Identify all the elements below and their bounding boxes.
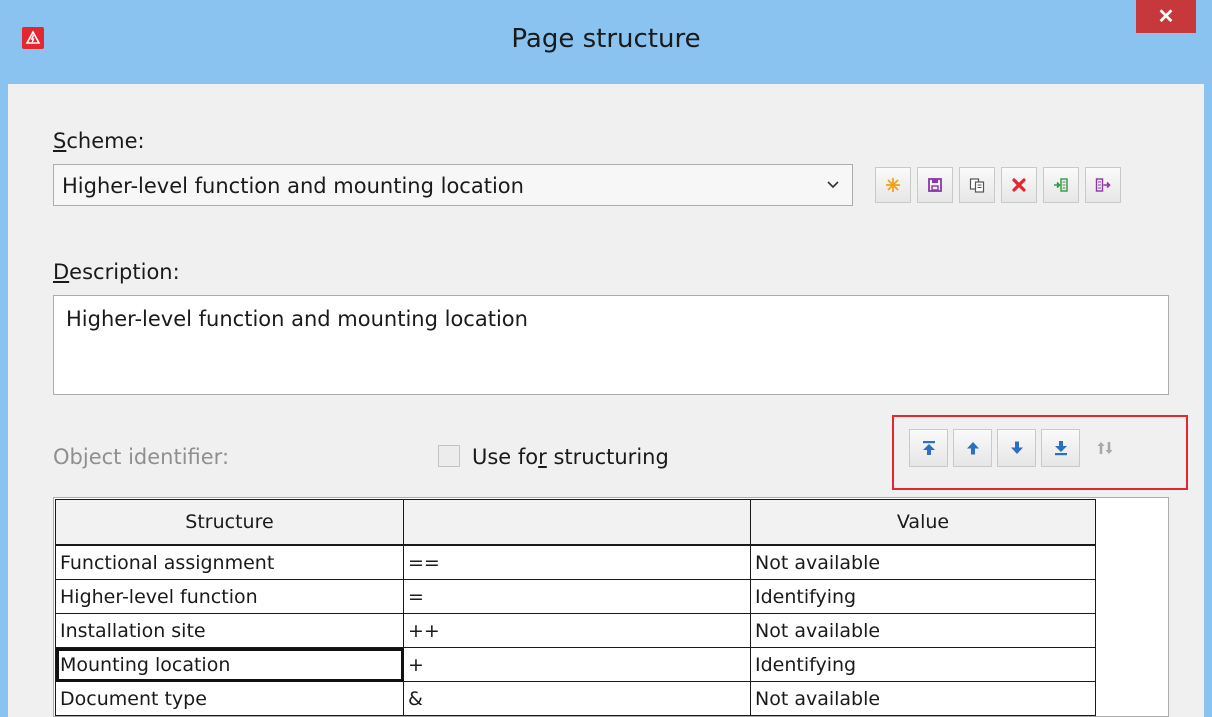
- scheme-label: Scheme:: [53, 129, 145, 153]
- prefix-cell[interactable]: +: [403, 647, 751, 682]
- structure-cell-selected[interactable]: Mounting location: [55, 647, 404, 682]
- close-icon: ✕: [1157, 6, 1175, 28]
- move-to-top-icon: [922, 441, 935, 455]
- structure-cell[interactable]: Higher-level function: [55, 579, 404, 614]
- value-cell[interactable]: Not available: [750, 681, 1096, 716]
- scheme-value: Higher-level function and mounting locat…: [62, 174, 524, 198]
- move-to-bottom-button[interactable]: [1041, 429, 1080, 467]
- export-scheme-button[interactable]: [1085, 167, 1121, 203]
- prefix-cell[interactable]: =: [403, 579, 751, 614]
- close-button[interactable]: ✕: [1136, 0, 1196, 33]
- save-scheme-button[interactable]: [917, 167, 953, 203]
- move-up-icon: [966, 442, 979, 455]
- structure-cell[interactable]: Installation site: [55, 613, 404, 648]
- use-for-structuring-checkbox[interactable]: [438, 445, 460, 467]
- table-row[interactable]: Functional assignment == Not available: [55, 544, 1096, 580]
- chevron-down-icon: [827, 181, 839, 189]
- column-header-value[interactable]: Value: [750, 499, 1096, 546]
- value-cell[interactable]: Not available: [750, 613, 1096, 648]
- prefix-cell[interactable]: &: [403, 681, 751, 716]
- new-scheme-button[interactable]: [875, 167, 911, 203]
- title-bar[interactable]: Page structure ✕: [0, 0, 1212, 85]
- import-scheme-button[interactable]: [1043, 167, 1079, 203]
- structure-cell[interactable]: Functional assignment: [55, 544, 404, 580]
- new-icon: [886, 178, 900, 192]
- page-structure-dialog: Page structure ✕ Scheme: Higher-level fu…: [0, 0, 1212, 717]
- import-icon: [1054, 178, 1068, 192]
- move-toolbar: [909, 429, 1124, 467]
- use-for-structuring-label[interactable]: Use for structuring: [472, 445, 669, 469]
- delete-scheme-button[interactable]: [1001, 167, 1037, 203]
- move-to-top-button[interactable]: [909, 429, 948, 467]
- description-label: Description:: [53, 260, 180, 284]
- prefix-cell[interactable]: ++: [403, 613, 751, 648]
- move-to-bottom-icon: [1054, 441, 1067, 456]
- move-down-icon: [1010, 441, 1023, 454]
- object-identifier-label: Object identifier:: [53, 445, 230, 469]
- prefix-cell[interactable]: ==: [403, 544, 751, 580]
- export-icon: [1095, 178, 1111, 192]
- value-cell[interactable]: Identifying: [750, 579, 1096, 614]
- column-header-prefix[interactable]: [403, 499, 751, 546]
- dialog-body: Scheme: Higher-level function and mounti…: [8, 84, 1204, 717]
- sort-icon: [1097, 442, 1112, 454]
- table-row[interactable]: Installation site ++ Not available: [55, 613, 1096, 648]
- table-row[interactable]: Document type & Not available: [55, 681, 1096, 716]
- scheme-toolbar: [875, 167, 1121, 203]
- scheme-dropdown[interactable]: Higher-level function and mounting locat…: [53, 164, 853, 206]
- move-up-button[interactable]: [953, 429, 992, 467]
- table-row[interactable]: Higher-level function = Identifying: [55, 579, 1096, 614]
- value-cell[interactable]: Not available: [750, 544, 1096, 580]
- value-cell[interactable]: Identifying: [750, 647, 1096, 682]
- table-row[interactable]: Mounting location + Identifying: [55, 647, 1096, 682]
- structure-table: Structure Value Functional assignment ==…: [53, 497, 1169, 717]
- description-field[interactable]: Higher-level function and mounting locat…: [53, 295, 1169, 395]
- table-header-row: Structure Value: [55, 499, 1096, 546]
- delete-icon: [1012, 178, 1026, 192]
- copy-scheme-button[interactable]: [959, 167, 995, 203]
- window-title: Page structure: [511, 24, 701, 54]
- copy-icon: [969, 178, 985, 193]
- structure-cell[interactable]: Document type: [55, 681, 404, 716]
- description-value: Higher-level function and mounting locat…: [66, 307, 528, 331]
- save-icon: [928, 178, 942, 192]
- move-down-button[interactable]: [997, 429, 1036, 467]
- sort-button[interactable]: [1085, 429, 1124, 467]
- column-header-structure[interactable]: Structure: [55, 499, 404, 546]
